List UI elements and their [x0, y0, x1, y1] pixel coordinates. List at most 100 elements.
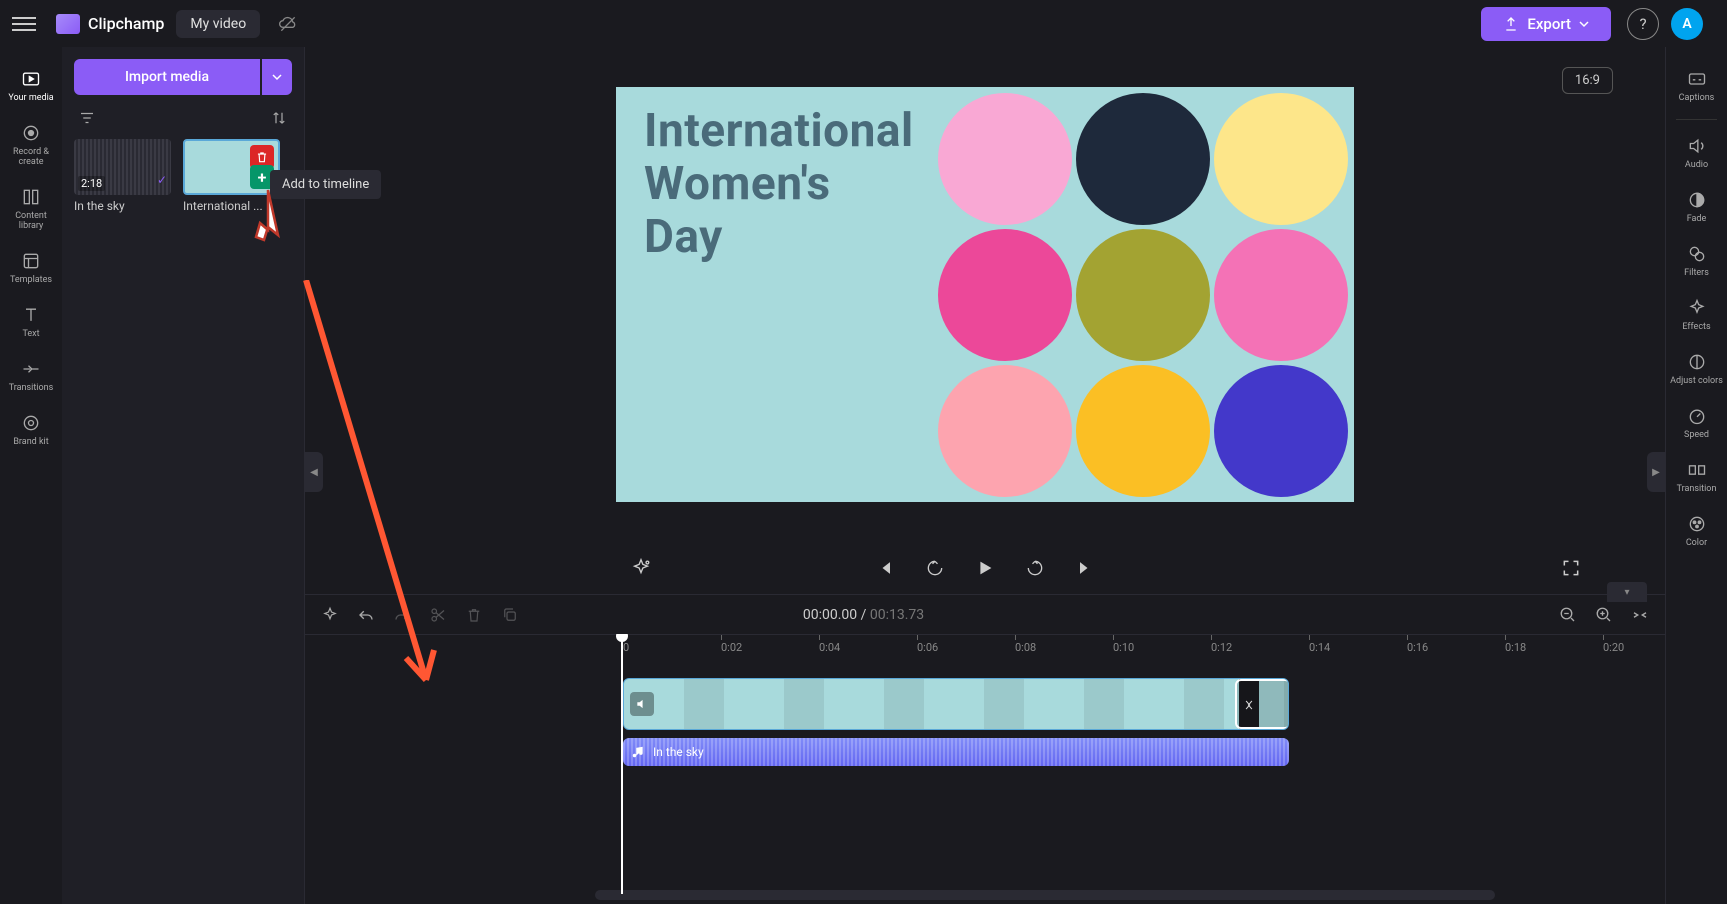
ruler-tick: 0 [623, 641, 629, 654]
video-canvas[interactable]: International Women's Day [616, 87, 1354, 502]
ruler-tick: 0:14 [1309, 641, 1330, 654]
video-clip[interactable] [623, 678, 1289, 730]
panel-fade[interactable]: Fade [1666, 180, 1727, 234]
help-button[interactable]: ? [1627, 8, 1659, 40]
nav-label: Brand kit [13, 437, 48, 447]
timeline-collapse-button[interactable]: ▾ [1607, 582, 1647, 602]
fullscreen-button[interactable] [1557, 554, 1585, 582]
timeline-tracks[interactable]: 00:020:040:060:080:100:120:140:160:180:2… [305, 634, 1665, 904]
captions-icon [1687, 69, 1707, 89]
panel-color[interactable]: Color [1666, 504, 1727, 558]
project-title[interactable]: My video [176, 10, 260, 38]
playhead[interactable] [621, 634, 623, 894]
zoom-out-button[interactable] [1557, 604, 1579, 626]
skip-start-button[interactable] [871, 554, 899, 582]
ruler-tick: 0:18 [1505, 641, 1526, 654]
zoom-in-button[interactable] [1593, 604, 1615, 626]
panel-label: Captions [1679, 93, 1715, 103]
trash-icon [465, 606, 483, 624]
rewind-10-button[interactable] [921, 554, 949, 582]
media-item-audio[interactable]: 2:18 In the sky ✓ [74, 139, 171, 213]
export-button[interactable]: Export [1481, 7, 1611, 41]
nav-record-create[interactable]: Record & create [0, 113, 62, 177]
nav-your-media[interactable]: Your media [0, 59, 62, 113]
fit-timeline-button[interactable] [1629, 604, 1651, 626]
panel-transition[interactable]: Transition [1666, 450, 1727, 504]
import-media-dropdown[interactable] [262, 59, 292, 95]
templates-icon [21, 251, 41, 271]
used-check-icon: ✓ [157, 173, 167, 187]
panel-speed[interactable]: Speed [1666, 396, 1727, 450]
chevron-down-icon [1579, 19, 1589, 29]
export-label: Export [1527, 15, 1571, 33]
nav-label: Content library [2, 211, 60, 231]
audio-track[interactable]: In the sky [623, 738, 1647, 766]
scissors-icon [429, 606, 447, 624]
delete-clip-button[interactable] [463, 604, 485, 626]
upload-icon [1503, 16, 1519, 32]
redo-button[interactable] [391, 604, 413, 626]
sparkle-icon [321, 606, 339, 624]
text-icon [21, 305, 41, 325]
panel-label: Transition [1677, 484, 1717, 494]
ruler-tick: 0:02 [721, 641, 742, 654]
skip-end-button[interactable] [1071, 554, 1099, 582]
play-button[interactable] [971, 554, 999, 582]
sort-icon[interactable] [270, 109, 288, 127]
filter-icon[interactable] [78, 109, 96, 127]
clip-trim-handle[interactable] [1235, 679, 1289, 729]
split-button[interactable] [427, 604, 449, 626]
panel-audio[interactable]: Audio [1666, 126, 1727, 180]
collapse-right-panel[interactable]: ▶ [1647, 452, 1665, 492]
app-logo[interactable]: Clipchamp [56, 14, 164, 34]
forward-10-button[interactable] [1021, 554, 1049, 582]
adjust-icon [1687, 352, 1707, 372]
nav-text[interactable]: Text [0, 295, 62, 349]
skip-start-icon [875, 558, 895, 578]
media-name: International ... [183, 199, 280, 213]
panel-effects[interactable]: Effects [1666, 288, 1727, 342]
timeline-scrollbar[interactable] [595, 890, 1495, 900]
timeline-ruler[interactable]: 00:020:040:060:080:100:120:140:160:180:2… [305, 634, 1665, 664]
nav-transitions[interactable]: Transitions [0, 349, 62, 403]
ai-sparkle-button[interactable] [627, 554, 655, 582]
record-icon [21, 123, 41, 143]
fullscreen-icon [1561, 558, 1581, 578]
ruler-tick: 0:04 [819, 641, 840, 654]
clip-mute-button[interactable] [630, 692, 654, 716]
duplicate-button[interactable] [499, 604, 521, 626]
rewind-icon [925, 558, 945, 578]
nav-label: Text [22, 329, 39, 339]
collapse-media-panel[interactable]: ◀ [305, 452, 323, 492]
media-item-video[interactable]: + International ... [183, 139, 280, 213]
add-to-timeline-tooltip: Add to timeline [270, 170, 381, 199]
ruler-tick: 0:08 [1015, 641, 1036, 654]
nav-label: Your media [8, 93, 53, 103]
panel-label: Audio [1685, 160, 1708, 170]
undo-button[interactable] [355, 604, 377, 626]
undo-icon [357, 606, 375, 624]
playback-controls [305, 542, 1665, 594]
panel-adjust-colors[interactable]: Adjust colors [1666, 342, 1727, 396]
audio-clip[interactable]: In the sky [623, 738, 1289, 766]
auto-sparkle-button[interactable] [319, 604, 341, 626]
video-track[interactable] [623, 678, 1647, 730]
panel-filters[interactable]: Filters [1666, 234, 1727, 288]
hamburger-menu[interactable] [12, 12, 36, 36]
user-avatar[interactable]: A [1671, 8, 1703, 40]
avatar-illustration-grid [934, 89, 1352, 501]
nav-content-library[interactable]: Content library [0, 177, 62, 241]
timecode-display: 00:00.00 / 00:13.73 [803, 607, 924, 623]
nav-templates[interactable]: Templates [0, 241, 62, 295]
nav-brand-kit[interactable]: Brand kit [0, 403, 62, 457]
waveform [623, 738, 1289, 766]
media-name: In the sky [74, 199, 171, 213]
ruler-tick: 0:10 [1113, 641, 1134, 654]
forward-icon [1025, 558, 1045, 578]
aspect-ratio-button[interactable]: 16:9 [1562, 67, 1613, 94]
panel-captions[interactable]: Captions [1666, 59, 1727, 113]
media-icon [21, 69, 41, 89]
speed-icon [1687, 406, 1707, 426]
import-media-button[interactable]: Import media [74, 59, 260, 95]
cloud-sync-icon [278, 14, 298, 34]
